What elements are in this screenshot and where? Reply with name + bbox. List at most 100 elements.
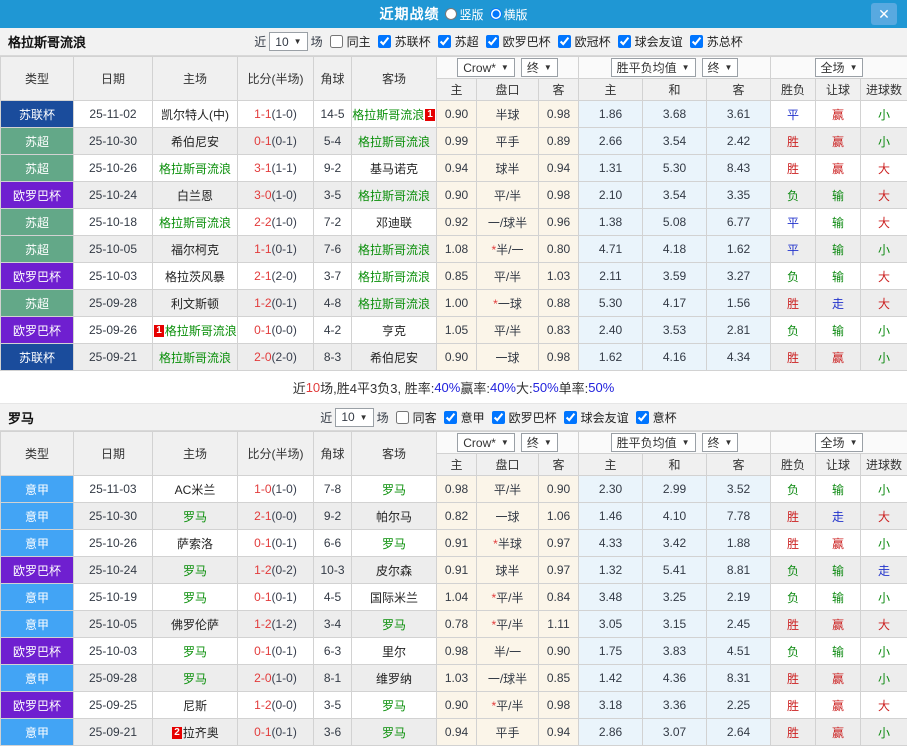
avg-away-odds: 3.61 (705, 100, 772, 128)
corners: 3-4 (313, 610, 352, 638)
score: 2-2(1-0) (237, 208, 314, 236)
league-filter-checkbox[interactable] (437, 35, 451, 48)
team-name: 格拉斯哥流浪 (357, 296, 430, 311)
league-filter-label: 意杯 (652, 410, 677, 425)
odds-time-select[interactable]: 终 ▼ (520, 58, 558, 77)
bookmaker-select[interactable]: Crow* ▼ (457, 58, 515, 77)
match-row: 意甲 25-10-19 罗马 0-1(0-1) 4-5 国际米兰 1.04 *平/半 0.84 3… (0, 583, 907, 611)
handicap-outcome: 输 (815, 556, 862, 584)
handicap-outcome: 走 (815, 289, 862, 317)
match-row: 苏超 25-10-30 希伯尼安 0-1(0-1) 5-4 格拉斯哥流浪 0.99 平手 0.8… (0, 127, 907, 155)
home-team: 格拉斯哥流浪 (152, 208, 238, 236)
result-outcome: 胜 (770, 691, 817, 719)
home-team: 萨索洛 (152, 529, 238, 557)
team-name: 国际米兰 (369, 590, 418, 605)
avg-odds-select[interactable]: 胜平负均值 ▼ (610, 433, 696, 452)
match-date: 25-10-19 (73, 583, 153, 611)
corners: 10-3 (313, 556, 352, 584)
rounds-value: 10 (341, 410, 355, 424)
avg-draw-odds: 3.53 (642, 316, 707, 344)
vertical-radio-input[interactable] (445, 8, 458, 20)
handicap-away-odds: 0.98 (538, 100, 579, 128)
corners: 9-2 (313, 154, 352, 182)
avg-home-odds: 1.86 (578, 100, 643, 128)
league-filter-checkbox[interactable] (485, 35, 499, 48)
team-name: 罗马 (8, 410, 35, 426)
rounds-select[interactable]: 10 ▼ (335, 407, 374, 427)
rank-badge: 1 (154, 325, 164, 338)
scope-select[interactable]: 全场 ▼ (814, 58, 864, 77)
away-team: 格拉斯哥流浪 (351, 262, 437, 290)
avg-home-odds: 1.75 (578, 637, 643, 665)
score: 0-1(0-1) (237, 127, 314, 155)
handicap-line: *平/半 (476, 610, 539, 638)
match-date: 25-10-18 (73, 208, 153, 236)
fulltime-score: 0-1 (254, 725, 272, 739)
avg-away-odds: 7.78 (705, 502, 772, 530)
league-filter-checkbox[interactable] (491, 410, 505, 424)
layout-radio-horizontal[interactable]: 横版 (489, 6, 528, 23)
summary-text: 赢率: (460, 380, 490, 396)
fulltime-score: 3-0 (254, 188, 272, 202)
layout-radio-vertical[interactable]: 竖版 (445, 6, 484, 23)
col-corners: 角球 (313, 56, 352, 101)
league-filter-checkbox[interactable] (557, 35, 571, 48)
match-date: 25-10-03 (73, 262, 153, 290)
avg-time-select[interactable]: 终 ▼ (701, 433, 739, 452)
score: 1-2(0-2) (237, 556, 314, 584)
match-date: 25-10-26 (73, 154, 153, 182)
handicap-line: 平/半 (476, 262, 539, 290)
horizontal-radio-input[interactable] (489, 8, 502, 20)
score: 1-2(1-2) (237, 610, 314, 638)
team-name: 白兰恩 (176, 188, 213, 203)
halftime-score: (2-0) (271, 350, 297, 364)
league-filter-checkbox[interactable] (443, 410, 457, 424)
handicap-away-odds: 0.90 (538, 475, 579, 503)
handicap-home-odds: 0.99 (436, 127, 477, 155)
avg-odds-select[interactable]: 胜平负均值 ▼ (610, 58, 696, 77)
away-team: 基马诺克 (351, 154, 437, 182)
same-venue-checkbox[interactable] (329, 35, 343, 48)
bookmaker-select[interactable]: Crow* ▼ (457, 433, 515, 452)
away-team: 维罗纳 (351, 664, 437, 692)
avg-draw-odds: 3.15 (642, 610, 707, 638)
handicap-line: 一/球半 (476, 208, 539, 236)
avg-draw-odds: 3.59 (642, 262, 707, 290)
result-outcome: 胜 (770, 664, 817, 692)
score: 1-1(1-0) (237, 100, 314, 128)
away-team: 格拉斯哥流浪 (351, 181, 437, 209)
scope-select[interactable]: 全场 ▼ (814, 433, 864, 452)
handicap-line: *一球 (476, 289, 539, 317)
league-filter-label: 意甲 (460, 410, 485, 425)
corners: 7-8 (313, 475, 352, 503)
handicap-line: 一/球半 (476, 664, 539, 692)
league-filter-checkbox[interactable] (617, 35, 631, 48)
same-venue-checkbox[interactable] (395, 410, 409, 424)
match-date: 25-11-02 (73, 100, 153, 128)
corners: 4-5 (313, 583, 352, 611)
odds-time-select[interactable]: 终 ▼ (520, 433, 558, 452)
col-away: 客场 (351, 56, 437, 101)
corners: 4-2 (313, 316, 352, 344)
league-filter-checkbox[interactable] (377, 35, 391, 48)
avg-away-odds: 1.62 (705, 235, 772, 263)
league-filter-checkbox[interactable] (563, 410, 577, 424)
league-filter-label: 欧罗巴杯 (508, 410, 557, 425)
handicap-outcome: 赢 (815, 343, 862, 371)
rounds-select[interactable]: 10 ▼ (269, 32, 308, 51)
league-filter-checkbox[interactable] (635, 410, 649, 424)
close-icon[interactable]: ✕ (871, 3, 897, 25)
league-filter-checkbox[interactable] (689, 35, 703, 48)
goals-outcome: 小 (860, 100, 907, 128)
team-name: 里尔 (381, 644, 406, 659)
handicap-line: 一球 (476, 502, 539, 530)
near-label: 近 (320, 410, 333, 425)
team-name: 罗马 (182, 509, 207, 524)
halftime-score: (0-0) (271, 323, 297, 337)
avg-home-odds: 1.46 (578, 502, 643, 530)
avg-time-select[interactable]: 终 ▼ (701, 58, 739, 77)
record-summary: 近 10 场,胜4平3负3, 胜率: 40% 赢率: 40% 大: 50% 单率: 50% (0, 371, 907, 404)
col-goals: 进球数 (860, 78, 907, 101)
col-hc-line: 盘口 (476, 453, 539, 476)
score: 1-2(0-1) (237, 289, 314, 317)
